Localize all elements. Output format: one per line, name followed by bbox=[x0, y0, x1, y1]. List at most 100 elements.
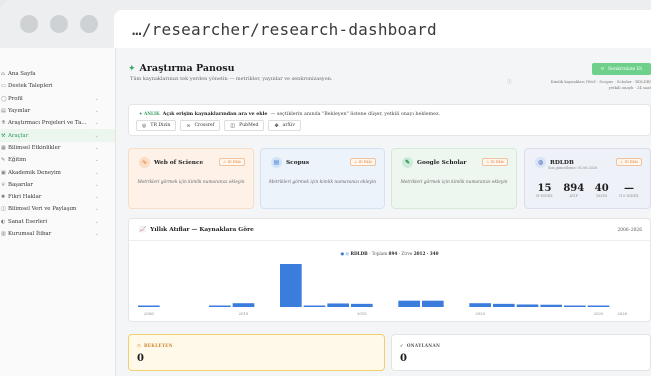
sidebar-item[interactable]: ▣ Akademik Deneyim ⌄ bbox=[0, 166, 115, 178]
maximize-dot[interactable] bbox=[80, 15, 98, 33]
sidebar-item[interactable]: ⌂ Ana Sayfa bbox=[0, 68, 115, 80]
source-button[interactable]: ◎ TR Dizin bbox=[136, 120, 177, 131]
approved-card[interactable]: ✓ ONAYLANAN 0 bbox=[391, 334, 651, 371]
search-heading-bold: Açık erişim kaynaklarından ara ve ekle bbox=[162, 111, 268, 117]
chevron-down-icon[interactable]: ⌄ bbox=[95, 182, 99, 188]
info-icon: ⓘ bbox=[507, 80, 512, 85]
chevron-down-icon[interactable]: ⌄ bbox=[95, 133, 99, 139]
chevron-down-icon[interactable]: ⌄ bbox=[95, 157, 99, 163]
chart-bar-2022[interactable] bbox=[516, 304, 539, 307]
chevron-down-icon[interactable]: ⌄ bbox=[95, 108, 99, 114]
chart-bar-2010[interactable] bbox=[232, 303, 255, 307]
chart-bar-2014[interactable] bbox=[327, 303, 349, 307]
open-access-search-card: ✦ ANLIK Açık erişim kaynaklarından ara v… bbox=[128, 104, 651, 136]
chevron-down-icon[interactable]: ⌄ bbox=[95, 194, 99, 200]
chart-bar-2023[interactable] bbox=[540, 304, 562, 307]
rdldb-stat: — I10-INDEX bbox=[619, 183, 638, 198]
sidebar: ⌂ Ana Sayfa ▭ Destek Talepleri ◯ Profil ⌄ ▤ Yayı… bbox=[0, 48, 116, 376]
chart-bar-2021[interactable] bbox=[493, 303, 515, 307]
chart-icon: 📈 bbox=[139, 227, 147, 233]
source-button[interactable]: ◫ PubMed bbox=[224, 120, 265, 131]
sidebar-item[interactable]: ◯ Profil ⌄ bbox=[0, 93, 115, 105]
sync-button-label: Senkronize Et bbox=[607, 66, 643, 72]
sidebar-item[interactable]: ♕ Başarılar ⌄ bbox=[0, 179, 115, 191]
chevron-down-icon[interactable]: ⌄ bbox=[95, 231, 99, 237]
sidebar-item-label: Kurumsal İtibar bbox=[8, 231, 52, 237]
source-button[interactable]: ∞ Crossref bbox=[180, 120, 221, 131]
rdldb-card[interactable]: ◍ RDLDB ⚠ ID Ekle Son güncelleme: 01.06.… bbox=[524, 148, 651, 209]
chevron-down-icon[interactable]: ⌄ bbox=[95, 206, 99, 212]
chart-bar-2009[interactable] bbox=[209, 305, 231, 308]
sidebar-item[interactable]: ✎ Eğitim ⌄ bbox=[0, 154, 115, 166]
chart-bar-2017[interactable] bbox=[398, 300, 420, 307]
add-id-badge[interactable]: ⚠ ID Ekle bbox=[350, 158, 376, 166]
chart-bar-2025[interactable] bbox=[587, 305, 610, 308]
sidebar-item-label: Profil bbox=[8, 95, 23, 102]
legend-dot-icon: ● bbox=[340, 251, 345, 256]
chevron-down-icon[interactable]: ⌄ bbox=[95, 219, 99, 225]
sidebar-item[interactable]: ◐ Sanat Eserleri ⌄ bbox=[0, 216, 115, 228]
pending-label: ◷ BEKLEYEN bbox=[137, 343, 173, 348]
stat-label: H-INDEX bbox=[536, 194, 553, 198]
sidebar-item-label: Araçlar bbox=[8, 132, 29, 139]
chart-bar-2018[interactable] bbox=[422, 300, 444, 307]
provider-message: Metrikleri görmek için kimlik numaranızı… bbox=[400, 180, 508, 185]
sidebar-item[interactable]: ▤ Yayınlar ⌄ bbox=[0, 105, 115, 117]
globe-icon: ◍ bbox=[535, 157, 546, 168]
chevron-down-icon[interactable]: ⌄ bbox=[95, 145, 99, 151]
source-buttons: ◎ TR Dizin ∞ Crossref ◫ PubMed ✥ arXiv bbox=[136, 120, 301, 131]
sidebar-item[interactable]: ⚒ Araçlar ⌄ bbox=[0, 129, 115, 142]
provider-name: Scopus bbox=[286, 159, 310, 166]
ticket-icon: ▭ bbox=[1, 83, 6, 90]
sidebar-item-label: Eğitim bbox=[8, 157, 27, 164]
sidebar-item-label: Yayınlar bbox=[8, 108, 31, 115]
source-button[interactable]: ✥ arXiv bbox=[268, 120, 301, 131]
sidebar-item[interactable]: ▭ Destek Talepleri bbox=[0, 80, 115, 92]
add-id-badge[interactable]: ⚠ ID Ekle bbox=[219, 158, 245, 166]
sidebar-item[interactable]: ▦ Bilimsel Etkinlikler ⌄ bbox=[0, 142, 115, 154]
sparkle-icon: ✦ bbox=[128, 63, 136, 74]
link-icon: ∞ bbox=[186, 122, 191, 129]
sidebar-item[interactable]: ⚗ Araştırmacı Projeleri ve Ta… ⌄ bbox=[0, 117, 115, 129]
sidebar-item-label: Bilimsel Etkinlikler bbox=[8, 144, 61, 151]
address-bar[interactable]: …/researcher/research-dashboard bbox=[114, 10, 651, 48]
sidebar-item[interactable]: ✺ Fikri Haklar ⌄ bbox=[0, 191, 115, 203]
user-icon: ◯ bbox=[1, 95, 7, 102]
rdldb-last-updated: Son güncelleme: 01.06.2026 bbox=[548, 166, 598, 170]
sidebar-item[interactable]: ◫ Bilimsel Veri ve Paylaşım ⌄ bbox=[0, 203, 115, 215]
page-subtitle: Tüm kaynaklarınızı tek yerden yönetin — … bbox=[130, 76, 333, 82]
google-scholar-card[interactable]: ✎ Google Scholar ⚠ ID Ekle Metrikleri görme… bbox=[391, 148, 517, 209]
rdldb-add-id-badge[interactable]: ⚠ ID Ekle bbox=[616, 158, 642, 166]
scopus-card[interactable]: ▤ Scopus ⚠ ID Ekle Metrikleri görmek için k… bbox=[260, 148, 385, 209]
chart-title: 📈 Yıllık Atıflar — Kaynaklara Göre bbox=[139, 227, 254, 233]
chevron-down-icon[interactable]: ⌄ bbox=[95, 96, 99, 102]
sync-button[interactable]: ⟳ Senkronize Et bbox=[592, 63, 651, 75]
rdldb-stats: 15 H-INDEX 894 ATIF 40 YAYIN — I10-INDEX bbox=[531, 183, 644, 198]
chart-bar-2012[interactable] bbox=[280, 264, 302, 307]
minimize-dot[interactable] bbox=[50, 15, 68, 33]
add-id-badge[interactable]: ⚠ ID Ekle bbox=[482, 158, 508, 166]
chevron-down-icon[interactable]: ⌄ bbox=[95, 170, 99, 176]
rdldb-stat: 15 H-INDEX bbox=[536, 183, 552, 198]
sync-note-line2: yetkili onaylı · 24 saat bbox=[608, 85, 651, 90]
database-icon: ◫ bbox=[1, 206, 6, 213]
source-button-label: TR Dizin bbox=[150, 123, 171, 128]
chart-bar-2015[interactable] bbox=[351, 303, 373, 307]
wos-card[interactable]: ∿ Web of Science ⚠ ID Ekle Metrikleri görme… bbox=[128, 148, 254, 209]
x-tick-label: 2006 bbox=[144, 311, 154, 316]
sidebar-item-label: Sanat Eserleri bbox=[8, 218, 48, 225]
book-open-icon: ◫ bbox=[230, 122, 236, 129]
stat-value: 15 bbox=[537, 183, 552, 194]
pending-card[interactable]: ◷ BEKLEYEN 0 bbox=[128, 334, 385, 371]
chart-bar-2013[interactable] bbox=[303, 305, 326, 308]
chart-bar-2020[interactable] bbox=[469, 303, 491, 307]
sync-note: ⓘ Kimlik kaynakları (WoS · Scopus · Scho… bbox=[501, 79, 651, 91]
close-dot[interactable] bbox=[20, 15, 38, 33]
chart-bar-2006[interactable] bbox=[138, 305, 160, 307]
chevron-down-icon[interactable]: ⌄ bbox=[95, 120, 99, 126]
stat-value: 894 bbox=[563, 183, 585, 194]
chart-bar-2024[interactable] bbox=[564, 305, 586, 308]
sidebar-item[interactable]: ▥ Kurumsal İtibar ⌄ bbox=[0, 228, 115, 240]
x-tick-label: 2020 bbox=[475, 311, 485, 316]
book-icon: ▤ bbox=[1, 108, 6, 115]
